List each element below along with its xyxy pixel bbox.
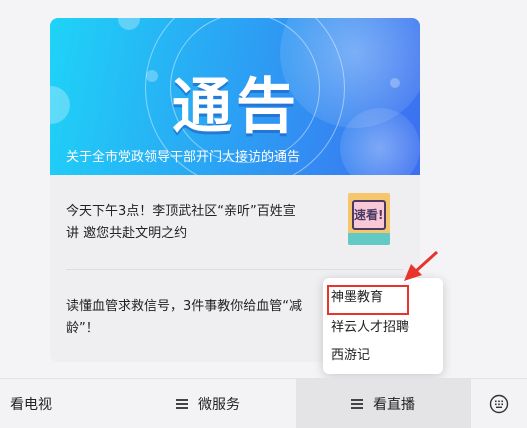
- news-title: 读懂血管求救信号，3件事教你给血管“减 龄”！: [66, 296, 302, 340]
- news-item[interactable]: 今天下午3点！李顶武社区“亲听”百姓宣 讲 邀您共赴文明之约 速看!: [50, 175, 420, 269]
- menu-icon: [176, 399, 188, 409]
- keyboard-toggle-button[interactable]: [470, 379, 527, 428]
- banner-title: 通告: [172, 72, 300, 142]
- menu-icon: [351, 399, 363, 409]
- tab-label: 看直播: [373, 397, 415, 413]
- banner-caption: 关于全市党政领导干部开门大接访的通告: [66, 150, 301, 165]
- banner-decor-dot: [50, 86, 70, 124]
- banner-decor-dot: [118, 18, 140, 30]
- notice-banner[interactable]: 通告 关于全市党政领导干部开门大接访的通告: [50, 18, 420, 175]
- bottom-menu-bar: 看电视 微服务 看直播: [0, 378, 527, 428]
- news-title-line: 龄”！: [66, 321, 99, 336]
- annotation-highlight-box: [327, 285, 409, 315]
- popup-item-xiangyun[interactable]: 祥云人才招聘: [331, 318, 409, 338]
- popup-item-xiyouji[interactable]: 西游记: [331, 346, 370, 366]
- news-title: 今天下午3点！李顶武社区“亲听”百姓宣 讲 邀您共赴文明之约: [66, 201, 296, 245]
- keyboard-icon: [489, 394, 509, 414]
- tab-watch-live[interactable]: 看直播: [296, 379, 470, 428]
- news-title-line: 读懂血管求救信号，3件事教你给血管“减: [66, 299, 303, 314]
- news-title-line: 讲 邀您共赴文明之约: [66, 226, 188, 241]
- tab-watch-tv[interactable]: 看电视: [10, 379, 90, 428]
- banner-decor-glow: [340, 108, 420, 175]
- thumbnail-base: [348, 233, 390, 245]
- tab-label: 微服务: [198, 397, 240, 413]
- news-title-line: 今天下午3点！李顶武社区“亲听”百姓宣: [66, 204, 296, 219]
- news-thumbnail: 速看!: [348, 193, 390, 245]
- thumbnail-text: 速看!: [354, 208, 384, 222]
- tab-micro-service[interactable]: 微服务: [176, 379, 286, 428]
- tab-label: 看电视: [10, 397, 52, 413]
